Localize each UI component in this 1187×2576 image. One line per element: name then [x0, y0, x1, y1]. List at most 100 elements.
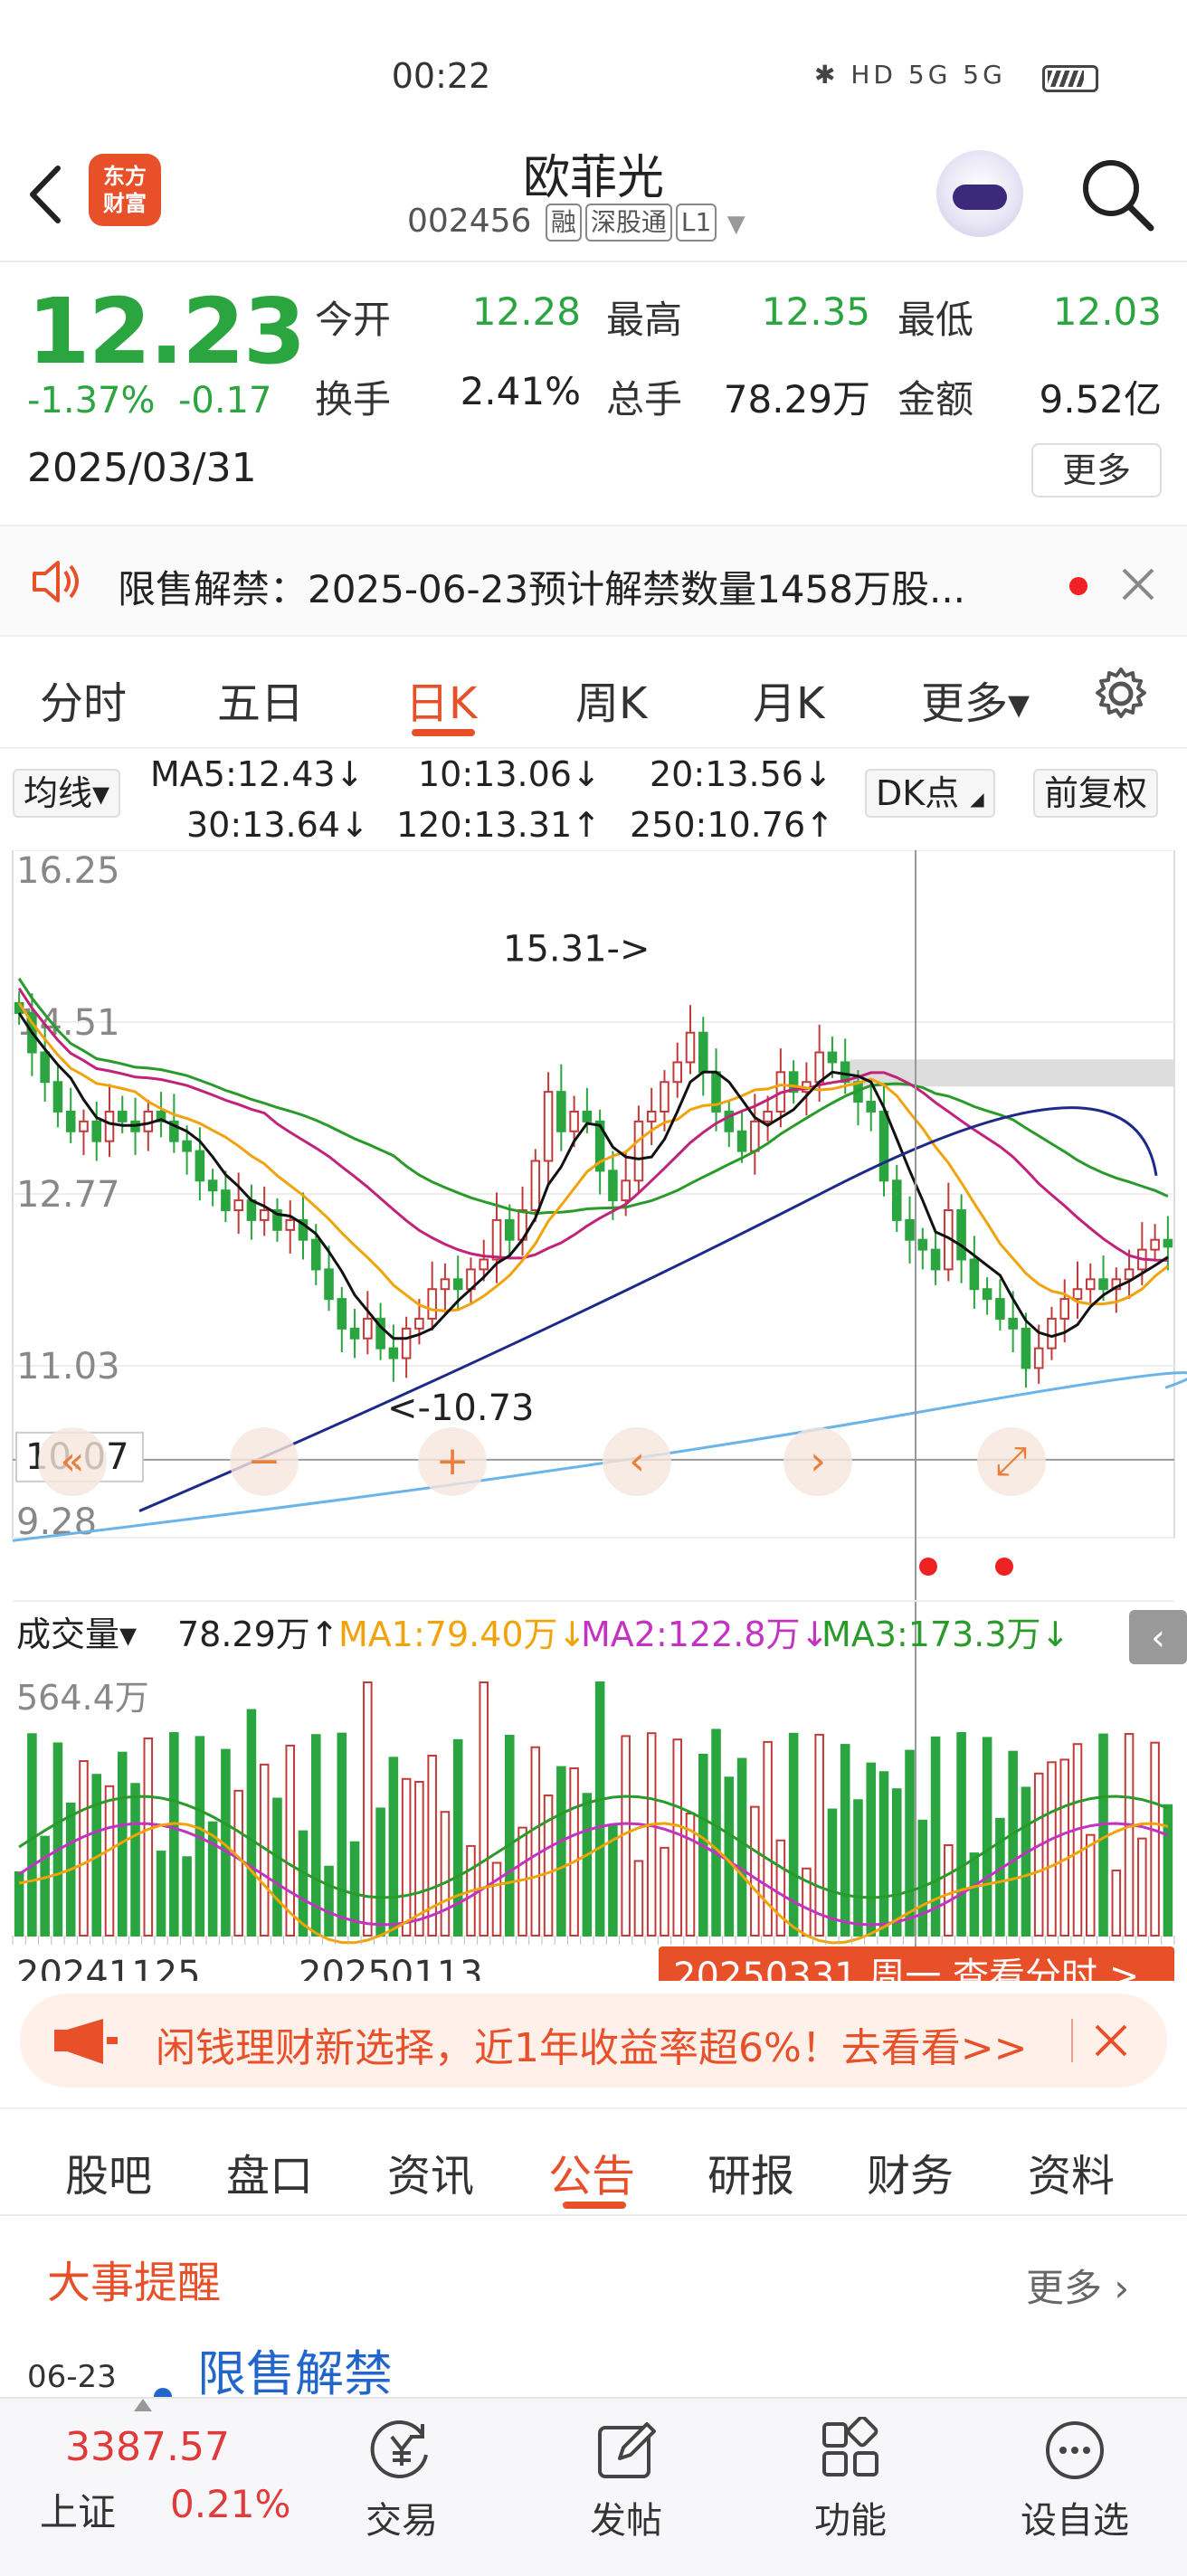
- adjust-button[interactable]: 前复权: [1033, 769, 1159, 818]
- candle-body: [827, 1051, 838, 1064]
- volume-bar: [1111, 1869, 1122, 1937]
- volume-bar: [878, 1771, 889, 1937]
- index-name[interactable]: 上证: [40, 2482, 116, 2537]
- more-button[interactable]: 更多: [1031, 443, 1162, 497]
- tab-timeshare[interactable]: 分时: [40, 668, 127, 731]
- next-icon[interactable]: ›: [810, 1438, 826, 1484]
- volume-bar: [750, 1805, 760, 1937]
- y-tick-label: 11.03: [16, 1346, 120, 1387]
- volume-bar: [724, 1776, 735, 1937]
- tab-announcements[interactable]: 公告: [548, 2140, 635, 2203]
- volume-bar: [646, 1732, 657, 1937]
- fullscreen-icon[interactable]: ⤢: [995, 1438, 1027, 1484]
- candle-body: [982, 1288, 992, 1301]
- event-name[interactable]: 限售解禁: [197, 2334, 393, 2405]
- tab-news[interactable]: 资讯: [387, 2140, 474, 2203]
- candle-body: [995, 1298, 1005, 1320]
- nav-add-watchlist[interactable]: 设自选: [1002, 2417, 1147, 2543]
- nav-post[interactable]: 发帖: [554, 2417, 698, 2543]
- volume-bar: [853, 1799, 863, 1937]
- nav-trade[interactable]: 交易: [329, 2417, 474, 2543]
- dk-point-button[interactable]: DK点 ◢: [865, 769, 995, 818]
- tab-profile[interactable]: 资料: [1028, 2140, 1115, 2203]
- search-icon[interactable]: [1077, 154, 1158, 235]
- volume-max-label: 564.4万: [16, 1678, 149, 1718]
- candle-body: [221, 1189, 231, 1211]
- nav-add-watchlist-label: 设自选: [1021, 2500, 1129, 2542]
- zoom-in-icon[interactable]: +: [436, 1438, 470, 1484]
- gear-icon[interactable]: [1093, 666, 1149, 722]
- quote-field-label: 今开: [315, 298, 392, 342]
- marker-dot: [995, 1558, 1013, 1576]
- volume-bar: [711, 1728, 721, 1937]
- volume-bar: [452, 1738, 463, 1937]
- index-change[interactable]: 0.21%: [170, 2482, 290, 2526]
- view-timeshare-label: 20250331 周一 查看分时 >: [673, 1956, 1139, 1981]
- volume-bar: [543, 1794, 554, 1937]
- nav-functions-label: 功能: [814, 2500, 887, 2542]
- chevron-down-icon[interactable]: ▼: [727, 211, 745, 238]
- tab-daily-k[interactable]: 日K: [405, 668, 477, 731]
- nav-trade-label: 交易: [366, 2500, 438, 2542]
- ma5-label: MA5:12.43↓: [150, 754, 365, 794]
- tab-weekly-k[interactable]: 周K: [575, 668, 647, 731]
- candle-body: [207, 1179, 218, 1192]
- candle-body: [621, 1179, 631, 1202]
- candle-body: [1124, 1268, 1135, 1281]
- tab-finance[interactable]: 财务: [867, 2140, 954, 2203]
- scroll-left-icon[interactable]: «: [61, 1438, 85, 1484]
- volume-bar: [207, 1821, 218, 1937]
- nav-post-label: 发帖: [590, 2500, 662, 2542]
- kline-chart[interactable]: 16.2514.5112.7711.039.2815.31-><-10.7310…: [0, 850, 1187, 1981]
- candle-body: [608, 1170, 618, 1202]
- events-more-link[interactable]: 更多 ›: [1026, 2258, 1129, 2313]
- candle-body: [1033, 1347, 1044, 1369]
- volume-ma2: MA2:122.8万↓: [581, 1615, 829, 1654]
- volume-bar: [982, 1737, 992, 1937]
- yuan-refresh-icon: [370, 2420, 428, 2478]
- tab-forum[interactable]: 股吧: [65, 2140, 152, 2203]
- candle-body: [52, 1081, 63, 1113]
- assistant-robot-icon[interactable]: [936, 150, 1023, 237]
- volume-bar: [633, 1860, 644, 1937]
- expand-arrow-icon[interactable]: [134, 2399, 152, 2411]
- volume-bar: [324, 1865, 334, 1937]
- index-value[interactable]: 3387.57: [65, 2424, 230, 2470]
- edit-icon: [598, 2422, 656, 2478]
- candle-body: [660, 1081, 669, 1113]
- candle-body: [479, 1258, 489, 1271]
- candle-body: [195, 1150, 205, 1182]
- promo-banner[interactable]: 闲钱理财新选择，近1年收益率超6%！去看看>>: [20, 1994, 1167, 2088]
- candle-body: [491, 1218, 502, 1261]
- candle-body: [452, 1278, 463, 1291]
- tab-five-day[interactable]: 五日: [217, 668, 304, 731]
- status-time: 00:22: [391, 56, 491, 96]
- ma10-label: 10:13.06↓: [418, 754, 601, 794]
- quote-date: 2025/03/31: [27, 445, 257, 491]
- volume-bar: [130, 1783, 140, 1937]
- candle-body: [1021, 1327, 1031, 1369]
- candle-body: [1085, 1278, 1096, 1291]
- tab-research[interactable]: 研报: [707, 2140, 794, 2203]
- nav-functions[interactable]: 功能: [778, 2417, 923, 2543]
- chevron-left-icon[interactable]: ‹: [1151, 1617, 1165, 1659]
- volume-bar: [956, 1732, 966, 1937]
- volume-bar: [917, 1819, 928, 1937]
- close-icon[interactable]: [1093, 2022, 1129, 2059]
- high-annotation: 15.31->: [503, 928, 650, 970]
- stock-code-line: 002456 融深股通 L1 ▼: [407, 203, 745, 242]
- volume-bar: [969, 1852, 980, 1937]
- notice-banner[interactable]: 限售解禁：2025-06-23预计解禁数量1458万股...: [0, 525, 1187, 637]
- tab-more[interactable]: 更多▾: [921, 668, 1030, 731]
- ma-selector[interactable]: 均线▾: [13, 769, 121, 818]
- candle-body: [1059, 1298, 1070, 1320]
- candle-body: [736, 1130, 747, 1152]
- tab-monthly-k[interactable]: 月K: [753, 668, 824, 731]
- tab-orderbook[interactable]: 盘口: [226, 2140, 313, 2203]
- prev-icon[interactable]: ‹: [629, 1438, 645, 1484]
- marker-dot: [919, 1558, 937, 1576]
- volume-ma3: MA3:173.3万↓: [821, 1615, 1069, 1654]
- candle-body: [698, 1031, 708, 1074]
- close-icon[interactable]: [1120, 566, 1156, 602]
- zoom-out-icon[interactable]: −: [248, 1438, 281, 1484]
